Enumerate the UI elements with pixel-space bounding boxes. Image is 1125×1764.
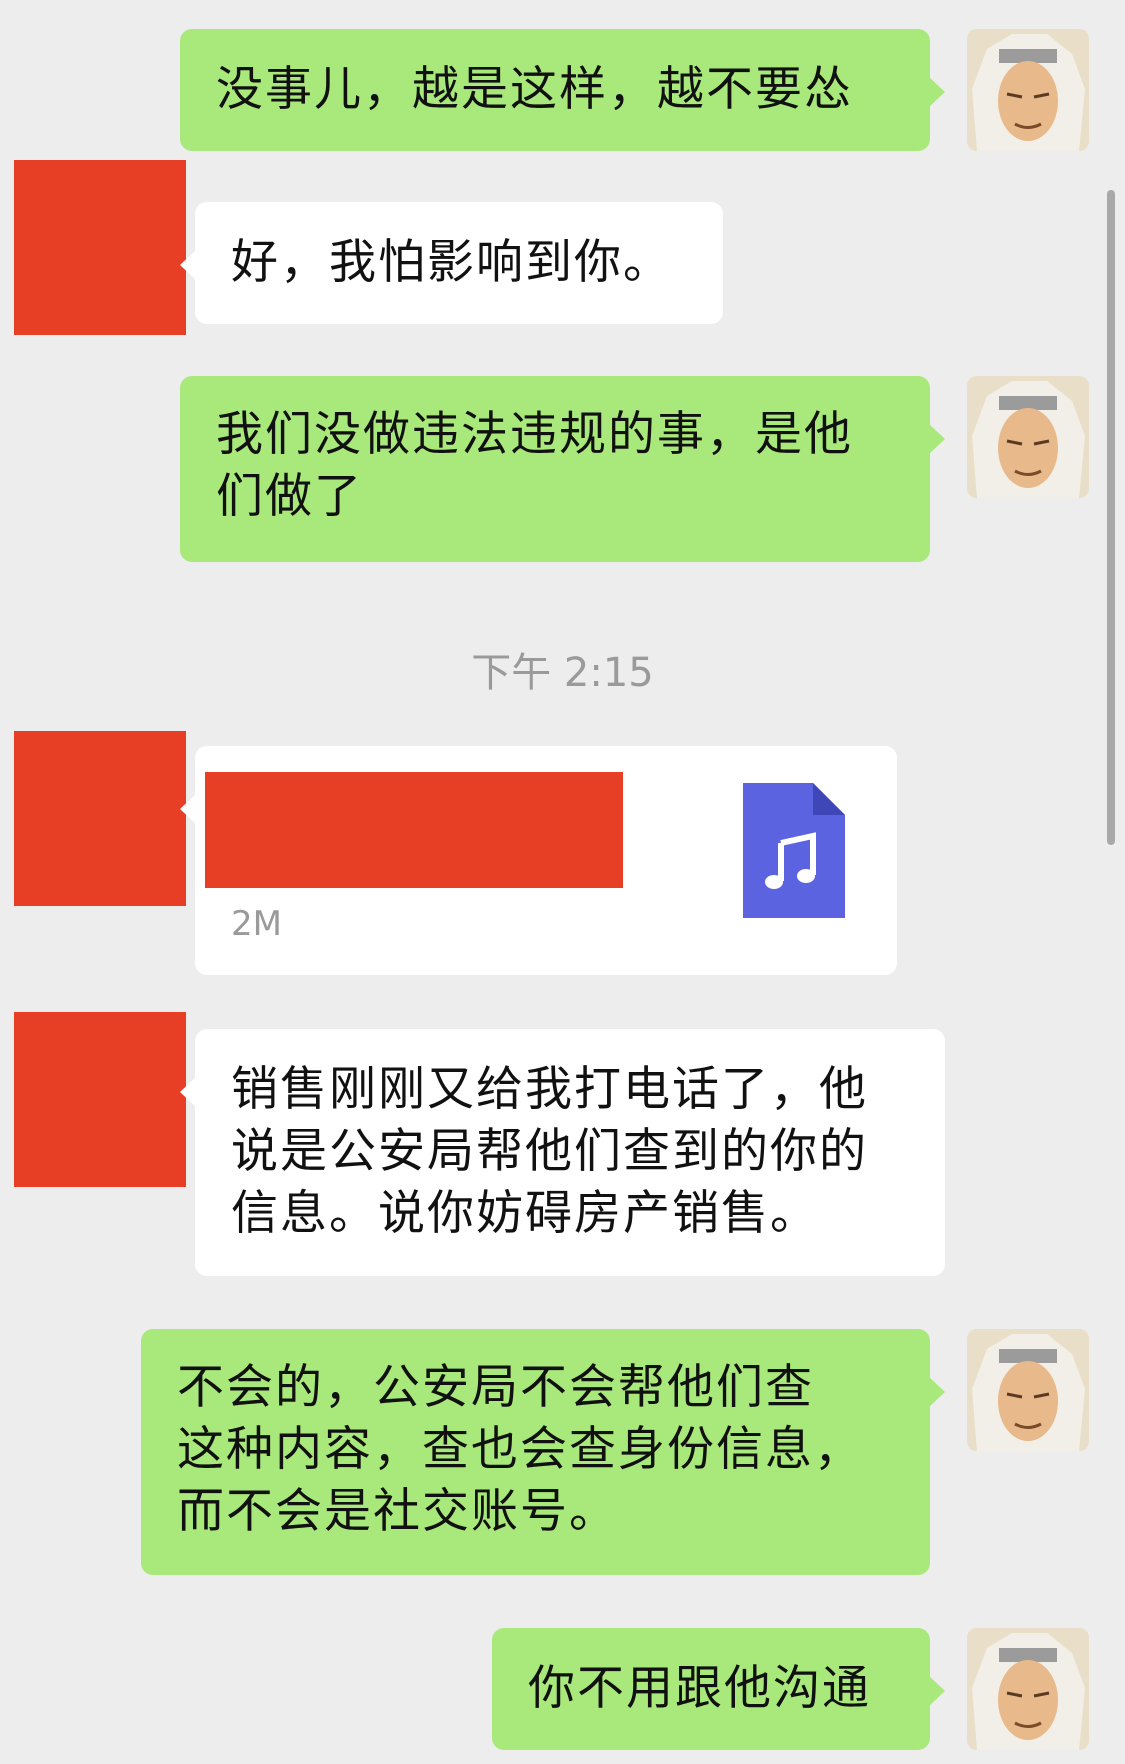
message-text: 我们没做违法违规的事，是他 们做了 [216,407,853,524]
avatar-self-image [967,376,1089,498]
avatar-self-image [967,1628,1089,1750]
message-bubble-outgoing[interactable]: 没事儿，越是这样，越不要怂 [180,29,945,151]
message-bubble-incoming[interactable]: 好，我怕影响到你。 [180,202,723,324]
file-name-redacted [205,772,623,888]
avatar-self[interactable] [967,376,1089,498]
avatar-self[interactable] [967,1628,1089,1750]
message-text: 没事儿，越是这样，越不要怂 [216,62,853,117]
message-bubble-outgoing[interactable]: 不会的，公安局不会帮他们查 这种内容，查也会查身份信息， 而不会是社交账号。 [141,1329,945,1575]
message-text: 好，我怕影响到你。 [231,235,672,290]
message-bubble-outgoing[interactable]: 我们没做违法违规的事，是他 们做了 [180,376,945,562]
file-message-card[interactable]: 2M [180,746,897,975]
avatar-redacted[interactable] [14,731,186,906]
avatar-self[interactable] [967,29,1089,151]
avatar-redacted[interactable] [14,160,186,335]
file-size: 2M [231,904,282,944]
avatar-self-image [967,1329,1089,1451]
message-bubble-incoming[interactable]: 销售刚刚又给我打电话了，他 说是公安局帮他们查到的你的 信息。说你妨碍房产销售。 [180,1029,945,1276]
music-file-icon [743,783,845,918]
avatar-self[interactable] [967,1329,1089,1451]
scrollbar[interactable] [1107,190,1115,845]
message-text: 不会的，公安局不会帮他们查 这种内容，查也会查身份信息， 而不会是社交账号。 [177,1360,863,1539]
avatar-redacted[interactable] [14,1012,186,1187]
message-text: 你不用跟他沟通 [528,1661,871,1716]
timestamp: 下午 2:15 [471,650,654,696]
message-text: 销售刚刚又给我打电话了，他 说是公安局帮他们查到的你的 信息。说你妨碍房产销售。 [231,1062,868,1241]
avatar-self-image [967,29,1089,151]
message-bubble-outgoing[interactable]: 你不用跟他沟通 [492,1628,945,1750]
